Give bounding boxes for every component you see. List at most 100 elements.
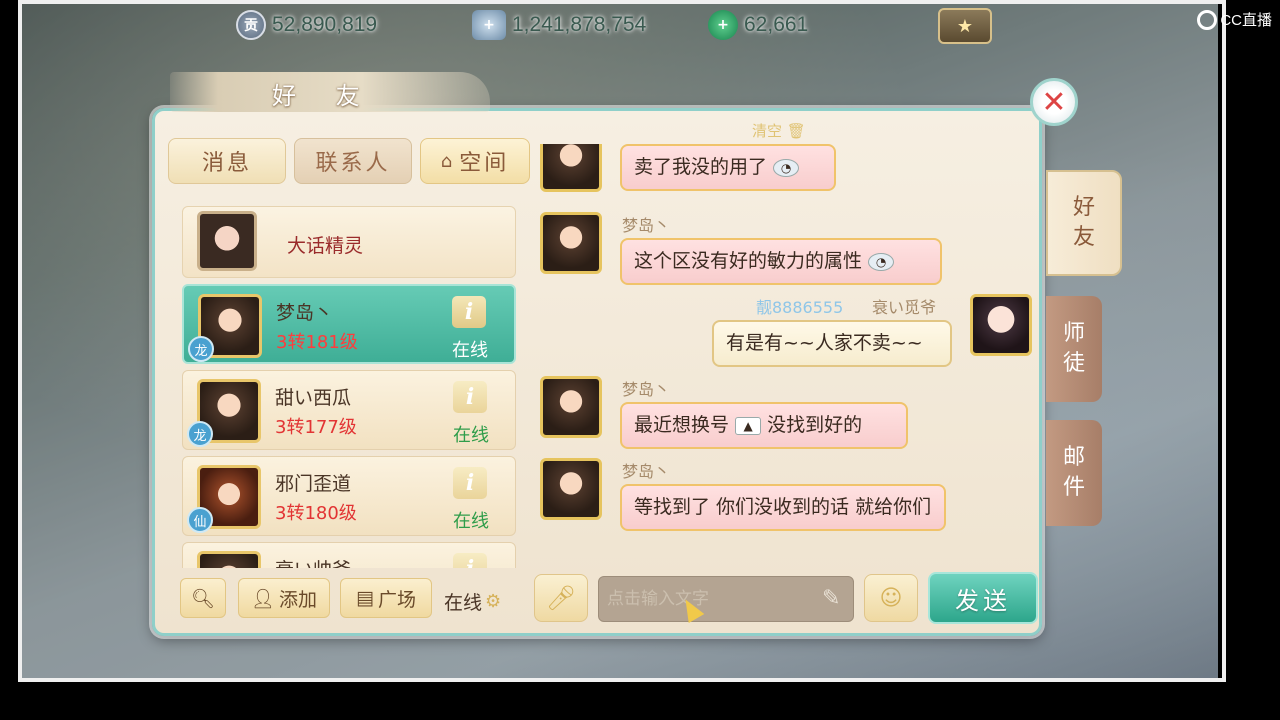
activity-badge-icon[interactable]: ★ — [938, 8, 992, 44]
message-sender: 梦岛丶 — [622, 380, 671, 399]
tab-space[interactable]: ⌂ 空间 — [420, 138, 530, 184]
message-sender-id: 靓8886555 — [756, 298, 844, 317]
side-tab-mail[interactable]: 邮件 — [1046, 420, 1102, 526]
currency-value: 1,241,878,754 — [512, 13, 647, 36]
send-button[interactable]: 发送 — [928, 572, 1038, 624]
info-icon[interactable]: i — [453, 381, 487, 413]
avatar — [540, 376, 602, 438]
currency-ingot[interactable]: + 1,241,878,754 — [472, 10, 646, 40]
friend-name: 衰い帅爷 — [275, 555, 351, 568]
emoji-button[interactable]: ☺ — [864, 574, 918, 622]
friend-status: 在线 — [452, 340, 488, 361]
add-user-icon: 👤︎ — [250, 587, 276, 610]
friend-item-selected[interactable]: 龙 梦岛丶 3转181级 i 在线 — [182, 284, 516, 364]
plaza-label: 广场 — [377, 588, 416, 611]
close-button[interactable]: ✕ — [1030, 78, 1078, 126]
message-text: 没找到好的 — [767, 414, 863, 436]
chat-log[interactable]: 卖了我没的用了 ◔ 梦岛丶 这个区没有好的敏力的属性 ◔ 靓8886555 衰い… — [532, 144, 1034, 564]
side-tab-label: 师徒 — [1062, 321, 1085, 376]
avatar — [970, 294, 1032, 356]
tab-messages[interactable]: 消息 — [168, 138, 286, 184]
message-text: 有是有~~人家不卖~~ — [726, 332, 923, 354]
emoji-icon: ☺ — [879, 585, 903, 611]
message-bubble: 这个区没有好的敏力的属性 ◔ — [620, 238, 942, 285]
cc-logo-icon — [1197, 9, 1218, 30]
plaza-icon: ▤ — [356, 587, 374, 609]
friend-item-system[interactable]: 大话精灵 — [182, 206, 516, 278]
message-sender: 梦岛丶 — [622, 216, 671, 235]
tab-space-label: 空间 — [459, 151, 510, 176]
chat-input[interactable] — [598, 576, 854, 622]
chat-message: 梦岛丶 最近想换号 ▲ 没找到好的 — [532, 376, 952, 456]
side-tab-label: 邮件 — [1062, 445, 1085, 500]
trash-icon: 🗑︎ — [786, 122, 806, 140]
silver-coin-icon: 贡 — [236, 10, 266, 40]
home-icon: ⌂ — [440, 150, 456, 172]
faction-badge: 仙 — [187, 507, 213, 533]
friend-list[interactable]: 大话精灵 龙 梦岛丶 3转181级 i 在线 龙 甜い西瓜 3转177级 i 在… — [182, 206, 516, 568]
stream-watermark: CC直播 — [1197, 9, 1272, 30]
search-button[interactable]: 🔍︎ — [180, 578, 226, 618]
avatar — [197, 551, 261, 568]
friend-item[interactable]: 衰い帅爷 i — [182, 542, 516, 568]
panel-title: 好 友 — [272, 82, 376, 110]
search-icon: 🔍︎ — [190, 587, 216, 610]
gear-icon: ⚙ — [485, 591, 502, 612]
friend-level: 3转181级 — [276, 332, 358, 353]
chat-message: 卖了我没的用了 ◔ — [532, 144, 852, 194]
friend-name: 大话精灵 — [287, 235, 364, 257]
side-tab-friends[interactable]: 好友 — [1046, 170, 1122, 276]
friend-name: 梦岛丶 — [276, 302, 334, 324]
friend-name: 邪门歪道 — [275, 473, 352, 495]
message-sender: 梦岛丶 — [622, 462, 671, 481]
message-text: 最近想换号 — [634, 414, 730, 436]
faction-badge: 龙 — [187, 421, 213, 447]
info-icon[interactable]: i — [453, 467, 487, 499]
currency-jade[interactable]: + 62,661 — [708, 10, 808, 40]
friend-level: 3转177级 — [275, 417, 357, 438]
message-bubble: 最近想换号 ▲ 没找到好的 — [620, 402, 908, 449]
currency-silver: 贡 52,890,819 — [236, 10, 377, 40]
microphone-icon: 🎤︎ — [545, 584, 577, 612]
message-bubble: 有是有~~人家不卖~~ — [712, 320, 952, 367]
friend-item[interactable]: 龙 甜い西瓜 3转177级 i 在线 — [182, 370, 516, 450]
tab-contacts[interactable]: 联系人 — [294, 138, 412, 184]
add-label: 添加 — [279, 588, 318, 611]
emoji-icon: ◔ — [773, 158, 800, 177]
currency-value: 52,890,819 — [272, 13, 378, 36]
currency-value: 62,661 — [744, 13, 809, 36]
silver-ingot-icon: + — [472, 10, 506, 40]
avatar — [540, 458, 602, 520]
info-icon[interactable]: i — [452, 296, 486, 328]
avatar — [540, 144, 602, 192]
chat-message: 梦岛丶 这个区没有好的敏力的属性 ◔ — [532, 212, 952, 292]
friend-level: 3转180级 — [275, 503, 357, 524]
side-tab-label: 好友 — [1072, 195, 1095, 250]
watermark-text: CC直播 — [1220, 12, 1272, 29]
clear-chat-button[interactable]: 清空 🗑︎ — [752, 120, 806, 141]
message-bubble: 等找到了 你们没收到的话 就给你们 — [620, 484, 946, 531]
plaza-button[interactable]: ▤ 广场 — [340, 578, 432, 618]
side-tab-master[interactable]: 师徒 — [1046, 296, 1102, 402]
chat-message: 梦岛丶 等找到了 你们没收到的话 就给你们 — [532, 458, 952, 564]
voice-button[interactable]: 🎤︎ — [534, 574, 588, 622]
emoji-icon: ◔ — [868, 252, 895, 271]
avatar — [540, 212, 602, 274]
message-sender: 衰い觅爷 — [872, 298, 937, 317]
online-filter[interactable]: 在线 ⚙ — [444, 588, 501, 615]
pen-icon: ✎ — [822, 586, 841, 611]
friend-status: 在线 — [453, 511, 489, 532]
close-icon: ✕ — [1041, 84, 1067, 120]
message-bubble: 卖了我没的用了 ◔ — [620, 144, 836, 191]
chat-message-outgoing: 靓8886555 衰い觅爷 有是有~~人家不卖~~ — [532, 294, 1034, 374]
jade-coin-icon: + — [708, 10, 738, 40]
emoji-icon: ▲ — [735, 416, 762, 435]
online-label: 在线 — [444, 592, 483, 614]
clear-label: 清空 — [752, 122, 783, 140]
message-text: 这个区没有好的敏力的属性 — [634, 250, 863, 272]
add-friend-button[interactable]: 👤︎ 添加 — [238, 578, 330, 618]
message-text: 卖了我没的用了 — [634, 156, 768, 178]
friend-item[interactable]: 仙 邪门歪道 3转180级 i 在线 — [182, 456, 516, 536]
avatar — [197, 211, 257, 271]
info-icon[interactable]: i — [453, 553, 487, 568]
